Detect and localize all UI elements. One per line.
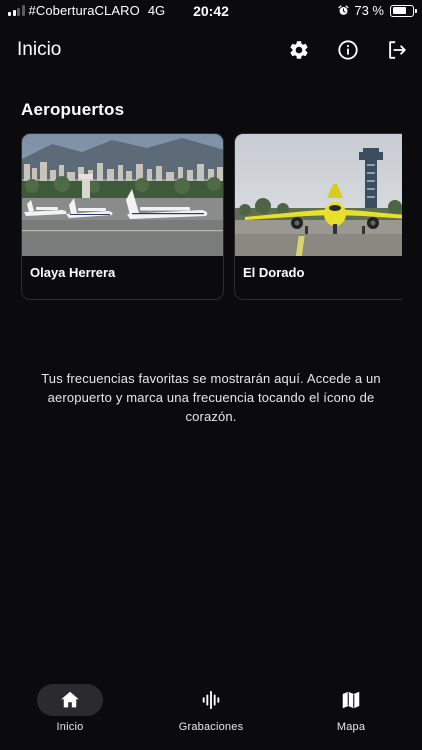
logout-button[interactable] — [384, 37, 410, 63]
tab-label: Mapa — [336, 721, 366, 733]
tab-mapa[interactable]: Mapa — [318, 684, 384, 733]
tab-inicio-pill[interactable] — [37, 684, 103, 716]
tab-mapa-pill[interactable] — [318, 684, 384, 716]
app-header: Inicio — [0, 30, 422, 70]
battery-icon — [390, 4, 417, 17]
bottom-tab-bar: Inicio Grabaciones Mapa — [0, 678, 422, 750]
airports-carousel[interactable]: Olaya Herrera El Dorado — [21, 133, 402, 301]
airports-section-title: Aeropuertos — [21, 100, 125, 119]
map-icon — [342, 691, 360, 709]
airport-photo-el-dorado — [235, 134, 402, 256]
tab-grabaciones-pill[interactable] — [178, 684, 244, 716]
favorites-empty-message: Tus frecuencias favoritas se mostrarán a… — [41, 371, 381, 424]
airport-photo-olaya-herrera — [22, 134, 223, 256]
airport-name: El Dorado — [243, 265, 305, 280]
status-right: 73 % — [338, 3, 417, 18]
airport-card-el-dorado[interactable]: El Dorado — [234, 133, 402, 300]
status-bar: #CoberturaCLARO 4G 20:42 73 % — [0, 0, 422, 22]
home-icon — [61, 691, 79, 708]
tab-grabaciones[interactable]: Grabaciones — [178, 684, 244, 733]
battery-percent: 73 % — [354, 3, 384, 18]
battery-level — [392, 7, 407, 14]
settings-button[interactable] — [286, 37, 312, 63]
airport-name: Olaya Herrera — [30, 265, 116, 280]
page-title: Inicio — [17, 39, 62, 60]
airport-card-olaya-herrera[interactable]: Olaya Herrera — [21, 133, 224, 300]
airport-photo — [235, 134, 402, 256]
waveform-icon — [202, 690, 220, 710]
logout-icon — [389, 41, 406, 59]
tab-label: Grabaciones — [178, 721, 244, 733]
gear-icon — [290, 41, 308, 59]
airport-photo — [22, 134, 223, 256]
tab-label: Inicio — [56, 721, 84, 733]
info-button[interactable] — [335, 37, 361, 63]
info-icon — [338, 40, 358, 60]
alarm-icon — [338, 5, 349, 15]
tab-inicio[interactable]: Inicio — [37, 684, 103, 733]
